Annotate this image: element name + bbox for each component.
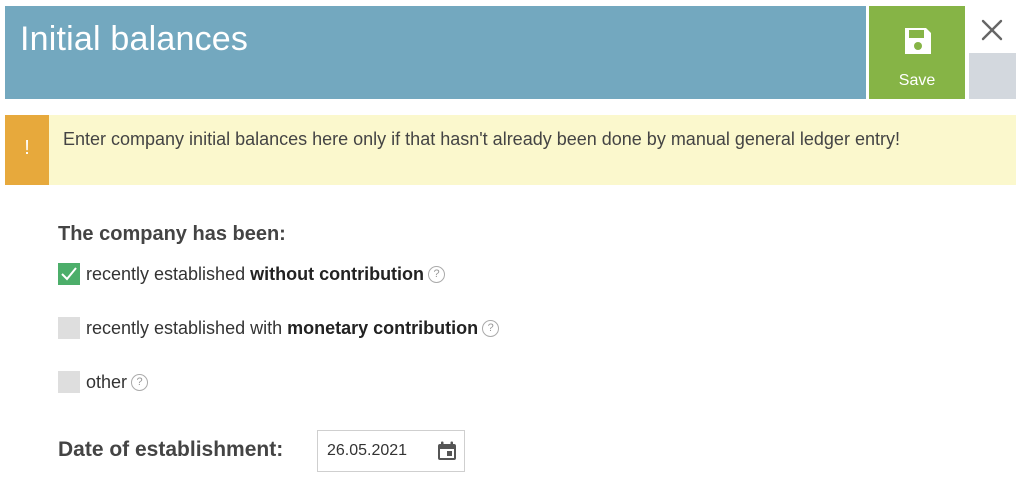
option-label: other <box>86 371 128 392</box>
date-picker[interactable] <box>317 430 465 472</box>
close-icon[interactable] <box>976 14 1008 46</box>
page-title: Initial balances <box>20 20 249 58</box>
checkbox-monetary-contribution[interactable] <box>58 317 80 339</box>
date-input[interactable] <box>318 431 428 471</box>
option-label: recently established without contributio… <box>86 263 425 284</box>
company-status-heading: The company has been: <box>58 223 286 245</box>
exclamation-icon: ! <box>24 137 30 159</box>
option-without-contribution[interactable]: recently established without contributio… <box>58 262 446 286</box>
save-button[interactable]: Save <box>869 6 965 99</box>
option-monetary-contribution[interactable]: recently established with monetary contr… <box>58 316 500 340</box>
warning-banner: ! Enter company initial balances here on… <box>5 115 1016 185</box>
question-circle-icon[interactable]: ? <box>482 319 500 337</box>
question-circle-icon[interactable]: ? <box>131 373 149 391</box>
warning-text: Enter company initial balances here only… <box>63 129 900 149</box>
header-side-block <box>969 53 1016 99</box>
checkbox-other[interactable] <box>58 371 80 393</box>
option-label: recently established with monetary contr… <box>86 317 479 338</box>
question-circle-icon[interactable]: ? <box>428 265 446 283</box>
initial-balances-dialog: Initial balances Save ! Enter company in… <box>0 0 1024 485</box>
calendar-icon[interactable] <box>436 440 458 462</box>
warning-accent: ! <box>5 115 49 185</box>
checkmark-icon <box>61 267 77 281</box>
checkbox-without-contribution[interactable] <box>58 263 80 285</box>
date-of-establishment-label: Date of establishment: <box>58 438 284 461</box>
dialog-header: Initial balances <box>5 6 866 99</box>
floppy-disk-icon <box>905 28 931 54</box>
option-other[interactable]: other ? <box>58 370 149 394</box>
save-button-label: Save <box>898 72 936 89</box>
